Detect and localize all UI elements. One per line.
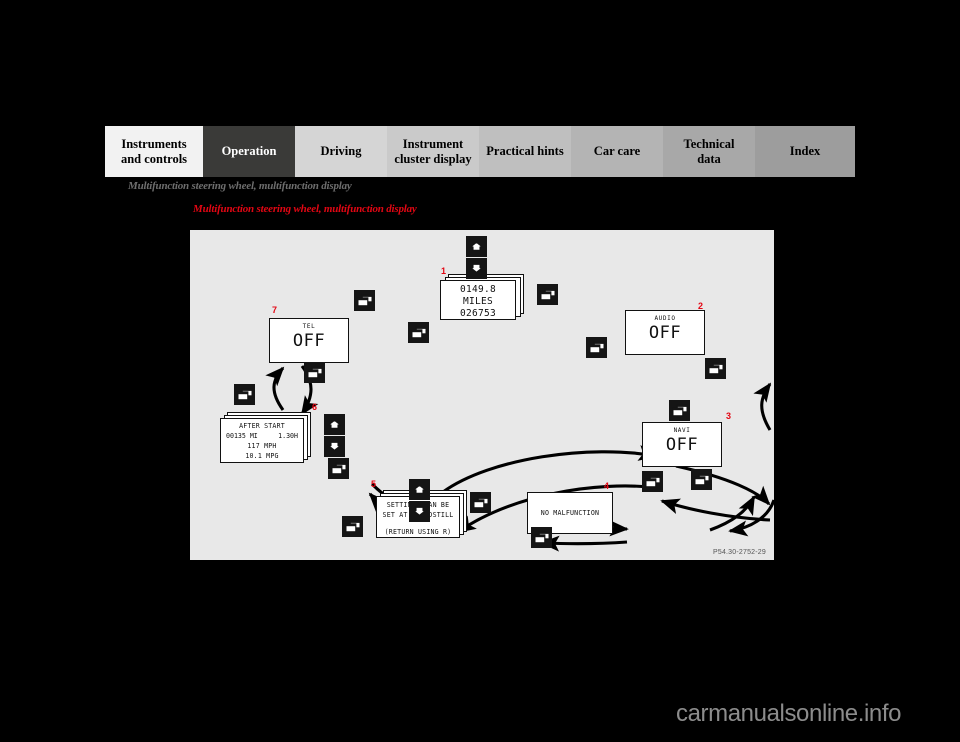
switch-window-button[interactable] — [470, 492, 491, 513]
switch-window-button[interactable] — [531, 527, 552, 548]
tab-label: Driving — [320, 144, 362, 159]
tab-label: Index — [789, 144, 821, 159]
odometer-display: 0149.8 MILES 026753 — [440, 280, 516, 320]
tab-label: Operation — [221, 144, 277, 159]
up-arrow-button[interactable] — [466, 236, 487, 257]
page-title-red: Multifunction steering wheel, multifunct… — [193, 203, 417, 215]
switch-window-icon — [707, 362, 724, 375]
down-arrow-button[interactable] — [466, 258, 487, 279]
telephone-display: TEL OFF — [269, 318, 349, 363]
switch-window-button[interactable] — [304, 362, 325, 383]
switch-window-icon — [410, 326, 427, 339]
settings-line-4: (RETURN USING R) — [384, 528, 452, 536]
switch-window-icon — [356, 294, 373, 307]
audio-display-title: AUDIO — [654, 315, 676, 322]
after-start-row: 00135 MI 1.30H — [221, 432, 303, 440]
after-start-consumption: 10.1 MPG — [245, 452, 279, 460]
after-start-time: 1.30H — [278, 432, 298, 440]
switch-window-icon — [533, 531, 550, 544]
callout-1: 1 — [441, 266, 447, 276]
switch-window-button[interactable] — [691, 469, 712, 490]
callout-3: 3 — [726, 411, 732, 421]
callout-2: 2 — [698, 301, 704, 311]
up-arrow-button[interactable] — [324, 414, 345, 435]
switch-window-icon — [671, 404, 688, 417]
tab-instrument-cluster-display[interactable]: Instrument cluster display — [387, 126, 479, 177]
after-start-speed: 117 MPH — [247, 442, 277, 450]
switch-window-button[interactable] — [537, 284, 558, 305]
callout-6: 6 — [312, 402, 318, 412]
tab-instruments-and-controls[interactable]: Instruments and controls — [105, 126, 203, 177]
tab-label: Instrument cluster display — [394, 137, 472, 166]
arrow-up-icon — [469, 241, 484, 252]
audio-display-value: OFF — [648, 323, 682, 343]
down-arrow-button[interactable] — [324, 436, 345, 457]
navi-display: NAVI OFF — [642, 422, 722, 467]
callout-5: 5 — [371, 479, 377, 489]
switch-window-button[interactable] — [586, 337, 607, 358]
odometer-line-1: 0149.8 — [459, 284, 497, 295]
tab-label: Instruments and controls — [120, 137, 188, 166]
tab-label: Practical hints — [486, 144, 564, 159]
arrow-down-icon — [412, 506, 427, 517]
up-arrow-button[interactable] — [409, 479, 430, 500]
switch-window-icon — [644, 475, 661, 488]
arrow-up-icon — [327, 419, 342, 430]
arrow-up-icon — [412, 484, 427, 495]
telephone-display-title: TEL — [302, 323, 316, 330]
after-start-title: AFTER START — [239, 422, 285, 430]
switch-window-icon — [588, 341, 605, 354]
switch-window-button[interactable] — [328, 458, 349, 479]
switch-window-button[interactable] — [354, 290, 375, 311]
tab-car-care[interactable]: Car care — [571, 126, 663, 177]
after-start-distance: 00135 MI — [226, 432, 258, 440]
audio-display: AUDIO OFF — [625, 310, 705, 355]
telephone-display-value: OFF — [292, 331, 326, 351]
tab-technical-data[interactable]: Technical data — [663, 126, 755, 177]
section-tab-bar: Instruments and controls Operation Driving… — [105, 126, 855, 177]
tab-driving[interactable]: Driving — [295, 126, 387, 177]
navi-display-title: NAVI — [673, 427, 691, 434]
after-start-display: AFTER START 00135 MI 1.30H 117 MPH 10.1 … — [220, 418, 304, 463]
switch-window-button[interactable] — [705, 358, 726, 379]
tab-label: Car care — [593, 144, 641, 159]
callout-4: 4 — [604, 481, 610, 491]
switch-window-button[interactable] — [642, 471, 663, 492]
switch-window-icon — [693, 473, 710, 486]
tab-label: Technical data — [683, 137, 735, 166]
switch-window-icon — [344, 520, 361, 533]
malfunction-display-text: NO MALFUNCTION — [540, 509, 600, 517]
switch-window-icon — [330, 462, 347, 475]
down-arrow-button[interactable] — [409, 501, 430, 522]
switch-window-button[interactable] — [234, 384, 255, 405]
odometer-line-2: MILES — [462, 296, 494, 307]
tab-index[interactable]: Index — [755, 126, 855, 177]
switch-window-icon — [306, 366, 323, 379]
navi-display-value: OFF — [665, 435, 699, 455]
switch-window-button[interactable] — [342, 516, 363, 537]
switch-window-icon — [472, 496, 489, 509]
switch-window-icon — [539, 288, 556, 301]
page-subtitle-gray: Multifunction steering wheel, multifunct… — [128, 180, 352, 192]
arrow-down-icon — [327, 441, 342, 452]
callout-7: 7 — [272, 305, 278, 315]
site-watermark: carmanualsonline.info — [676, 700, 902, 727]
switch-window-button[interactable] — [408, 322, 429, 343]
odometer-line-3: 026753 — [459, 308, 497, 319]
arrow-down-icon — [469, 263, 484, 274]
switch-window-button[interactable] — [669, 400, 690, 421]
tab-practical-hints[interactable]: Practical hints — [479, 126, 571, 177]
tab-operation[interactable]: Operation — [203, 126, 295, 177]
switch-window-icon — [236, 388, 253, 401]
